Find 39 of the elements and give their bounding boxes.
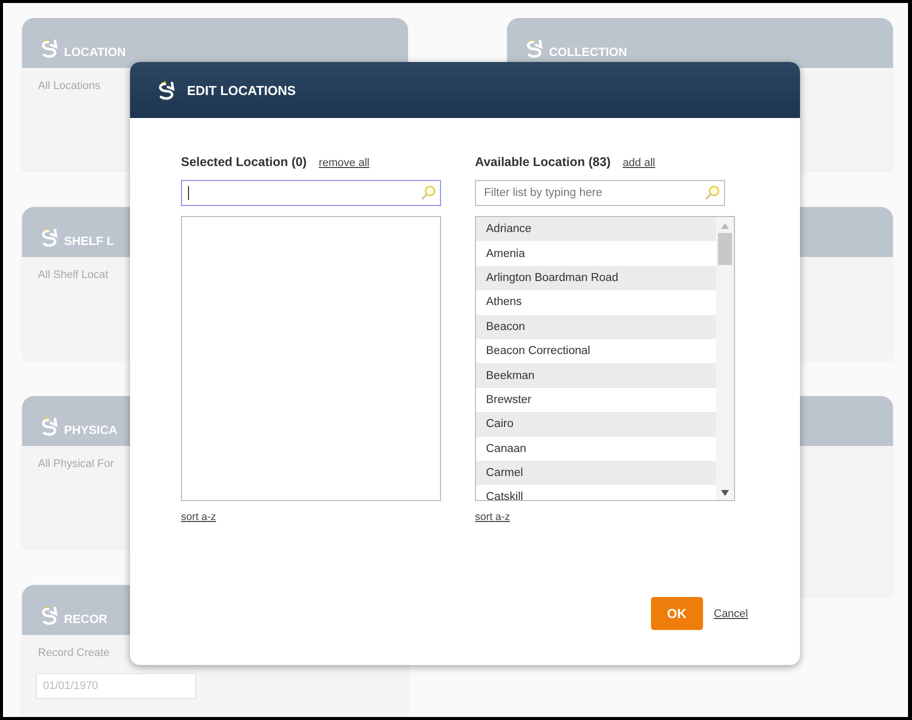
remove-all-link[interactable]: remove all xyxy=(318,157,370,169)
logo-icon xyxy=(40,416,60,436)
filter-field[interactable]: Filter list by typing here xyxy=(475,180,725,206)
card-title: RECOR xyxy=(64,613,108,625)
search-icon[interactable] xyxy=(420,185,436,201)
location-item[interactable]: Cairo xyxy=(476,412,716,437)
location-item[interactable]: Beacon xyxy=(476,314,716,339)
logo-icon xyxy=(40,38,60,58)
panel-heading: Selected Location (0) xyxy=(181,155,307,169)
location-item[interactable]: Adriance xyxy=(476,217,716,242)
filter-input[interactable]: Filter list by typing here xyxy=(482,186,704,200)
card-title: SHELF L xyxy=(64,235,114,247)
scrollbar-thumb[interactable] xyxy=(718,233,732,265)
panel-heading: Available Location (83) xyxy=(475,155,611,169)
scroll-down-icon[interactable] xyxy=(721,490,729,496)
logo-icon xyxy=(40,227,60,247)
dialog-title: EDIT LOCATIONS xyxy=(187,82,296,98)
add-all-link[interactable]: add all xyxy=(622,157,656,169)
scrollbar[interactable] xyxy=(716,217,734,500)
card-title: LOCATION xyxy=(64,46,126,58)
logo-icon xyxy=(157,80,177,100)
location-item[interactable]: Carmel xyxy=(476,460,716,486)
sort-link[interactable]: sort a-z xyxy=(475,511,510,523)
card-text: All Physical For xyxy=(38,458,114,470)
card-text: All Locations xyxy=(38,80,100,92)
card-text: All Shelf Locat xyxy=(38,269,108,281)
card-title: COLLECTION xyxy=(549,46,627,58)
cancel-link[interactable]: Cancel xyxy=(714,608,748,620)
logo-icon xyxy=(525,38,545,58)
filter-field[interactable] xyxy=(181,180,441,206)
location-item[interactable]: Beekman xyxy=(476,363,716,388)
search-icon[interactable] xyxy=(704,185,720,201)
location-item[interactable]: Arlington Boardman Road xyxy=(476,266,716,290)
text-cursor xyxy=(188,186,189,200)
card-text: Record Create xyxy=(38,647,110,659)
scroll-up-icon[interactable] xyxy=(721,223,729,229)
card-title: PHYSICA xyxy=(64,424,118,436)
logo-icon xyxy=(40,605,60,625)
sort-link[interactable]: sort a-z xyxy=(181,511,216,523)
